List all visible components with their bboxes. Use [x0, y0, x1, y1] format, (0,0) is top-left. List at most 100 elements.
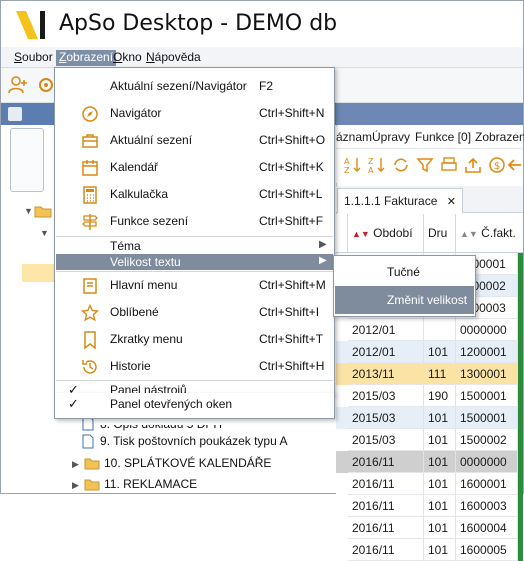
- tree-item[interactable]: ▶ 11. REKLAMACE: [0, 474, 335, 496]
- table-row[interactable]: 2015/03 190 1500001: [336, 385, 523, 407]
- menu-soubor[interactable]: Soubor: [11, 50, 56, 66]
- filter-icon[interactable]: [416, 156, 434, 174]
- cell-cislo-faktury: 1600004: [456, 517, 518, 539]
- menu-item-shortcut: Ctrl+Shift+T: [259, 332, 324, 346]
- menu-zobrazeni-window[interactable]: Zobrazení: [475, 130, 524, 144]
- navigator-home-icon[interactable]: [8, 107, 22, 121]
- menu-item-hlavni-menu[interactable]: Hlavní menu Ctrl+Shift+M: [56, 272, 333, 299]
- menu-zobrazeni[interactable]: Zobrazení: [56, 50, 117, 66]
- tree-item[interactable]: 9. Tisk poštovních poukázek typu A: [0, 431, 335, 453]
- svg-text:$: $: [494, 161, 500, 172]
- table-row[interactable]: 2016/11 101 1600004: [336, 517, 523, 539]
- menu-item-kalendar[interactable]: Kalendář Ctrl+Shift+K: [56, 154, 333, 181]
- calendar-icon: [82, 160, 98, 176]
- status-marker: [518, 407, 523, 429]
- submenu-item-label: Tučné: [387, 265, 420, 279]
- back-arrow-icon[interactable]: [506, 156, 522, 174]
- menu-item-label: Aktuální sezení: [110, 133, 193, 147]
- column-cislo-faktury[interactable]: ▲▼ Č.fakt.: [456, 214, 523, 252]
- menu-item-kalkulacka[interactable]: Kalkulačka Ctrl+Shift+L: [56, 181, 333, 208]
- close-tab-icon[interactable]: ✕: [447, 196, 456, 208]
- cell-obdobi: 2015/03: [348, 407, 424, 429]
- column-druh[interactable]: Dru: [424, 214, 456, 252]
- expand-icon[interactable]: ▶: [72, 459, 79, 470]
- briefcase-icon: [82, 134, 98, 148]
- svg-text:A: A: [344, 157, 350, 166]
- collapse-icon[interactable]: ▼: [24, 206, 33, 216]
- menu-item-shortcut: Ctrl+Shift+F: [259, 214, 324, 228]
- menu-item-label: Téma: [110, 239, 141, 253]
- tree-item[interactable]: ▶ 10. SPLÁTKOVÉ KALENDÁŘE: [0, 453, 335, 475]
- table-row[interactable]: 2016/11 101 1600001: [336, 473, 523, 495]
- status-marker: [518, 451, 523, 473]
- menu-item-aktualni-sezeni-navigator[interactable]: Aktuální sezení/Navigátor F2: [56, 73, 333, 100]
- menu-item-label: Navigátor: [110, 106, 162, 120]
- status-marker: [518, 253, 523, 275]
- expand-icon[interactable]: ▶: [72, 480, 79, 491]
- menu-item-zkratky-menu[interactable]: Zkratky menu Ctrl+Shift+T: [56, 326, 333, 353]
- menu-item-label: Hlavní menu: [110, 278, 178, 292]
- status-marker: [518, 341, 523, 363]
- cell-druh: 101: [424, 495, 456, 517]
- print-icon[interactable]: [440, 156, 458, 174]
- status-marker: [518, 385, 523, 407]
- export-icon[interactable]: [464, 156, 482, 174]
- currency-icon[interactable]: $: [488, 156, 506, 174]
- tree-row-selected[interactable]: [22, 264, 54, 282]
- table-row[interactable]: 2013/11 111 1300001: [336, 363, 523, 385]
- menu-item-label: Aktuální sezení/Navigátor: [110, 79, 247, 93]
- svg-text:A: A: [368, 166, 374, 174]
- sync-icon[interactable]: [392, 156, 410, 174]
- zobrazeni-dropdown: Aktuální sezení/Navigátor F2 Navigátor C…: [54, 67, 335, 397]
- calculator-icon: [83, 186, 97, 204]
- menu-item-panel-otevrenych-oken[interactable]: ✓ Panel otevřených oken: [56, 395, 333, 413]
- menu-item-shortcut: Ctrl+Shift+N: [259, 106, 325, 120]
- cell-cislo-faktury: 1500001: [456, 385, 518, 407]
- collapse-icon[interactable]: ▼: [40, 228, 49, 238]
- menu-item-oblibene[interactable]: Oblíbené Ctrl+Shift+I: [56, 299, 333, 326]
- add-user-icon[interactable]: [7, 74, 29, 96]
- cell-druh: 101: [424, 517, 456, 539]
- menu-item-shortcut: Ctrl+Shift+K: [259, 160, 324, 174]
- cell-druh: 101: [424, 341, 456, 363]
- menu-upravy[interactable]: Úpravy: [372, 130, 410, 144]
- table-row[interactable]: 2012/01 101 1200001: [336, 341, 523, 363]
- apso-logo: [16, 11, 45, 39]
- menu-item-tema[interactable]: Téma ▶: [56, 237, 333, 255]
- cell-druh: 101: [424, 407, 456, 429]
- menu-item-aktualni-sezeni[interactable]: Aktuální sezení Ctrl+Shift+O: [56, 127, 333, 154]
- sort-za-icon[interactable]: Z A: [368, 156, 386, 174]
- menu-item-historie[interactable]: Historie Ctrl+Shift+H: [56, 353, 333, 380]
- menu-item-navigator[interactable]: Navigátor Ctrl+Shift+N: [56, 100, 333, 127]
- menu-item-velikost-textu[interactable]: Velikost textu ▶: [56, 254, 333, 270]
- status-marker: [518, 275, 523, 297]
- table-row[interactable]: 2015/03 101 1500001: [336, 407, 523, 429]
- menu-funkce[interactable]: Funkce [0]: [415, 130, 471, 144]
- submenu-item-zmenit-velikost[interactable]: Změnit velikost: [335, 286, 474, 314]
- table-row[interactable]: 2012/01 0000000: [336, 319, 523, 341]
- navigator-card: [10, 128, 44, 192]
- checkmark-icon: ✓: [68, 396, 79, 411]
- submenu-item-label: Změnit velikost: [387, 293, 468, 307]
- cell-druh: 101: [424, 451, 456, 473]
- menu-zaznam[interactable]: áznam: [336, 130, 372, 144]
- cell-cislo-faktury: 1600001: [456, 473, 518, 495]
- column-obdobi[interactable]: ▲▼ Období: [348, 214, 424, 252]
- menu-item-label: Velikost textu: [110, 255, 181, 269]
- table-row[interactable]: 2016/11 101 0000000: [336, 451, 523, 473]
- menu-okno[interactable]: Okno: [110, 50, 145, 66]
- submenu-item-tucne[interactable]: Tučné: [335, 258, 474, 286]
- menu-item-funkce-sezeni[interactable]: Funkce sezení Ctrl+Shift+F: [56, 208, 333, 235]
- menu-item-label: Zkratky menu: [110, 332, 183, 346]
- menu-item-label: Historie: [110, 359, 151, 373]
- table-row[interactable]: 2015/03 101 1500002: [336, 429, 523, 451]
- cell-druh: 101: [424, 539, 456, 561]
- menu-napoveda[interactable]: Nápověda: [143, 50, 204, 66]
- table-row[interactable]: 2016/11 101 1600003: [336, 495, 523, 517]
- app-title: ApSo Desktop - DEMO db: [59, 11, 338, 36]
- cell-cislo-faktury: 1600003: [456, 495, 518, 517]
- tab-fakturace[interactable]: 1.1.1.1 Fakturace ✕: [337, 188, 463, 213]
- cell-druh: [424, 319, 456, 341]
- table-row[interactable]: 2016/11 101 1600005: [336, 539, 523, 561]
- sort-az-icon[interactable]: A Z: [344, 156, 362, 174]
